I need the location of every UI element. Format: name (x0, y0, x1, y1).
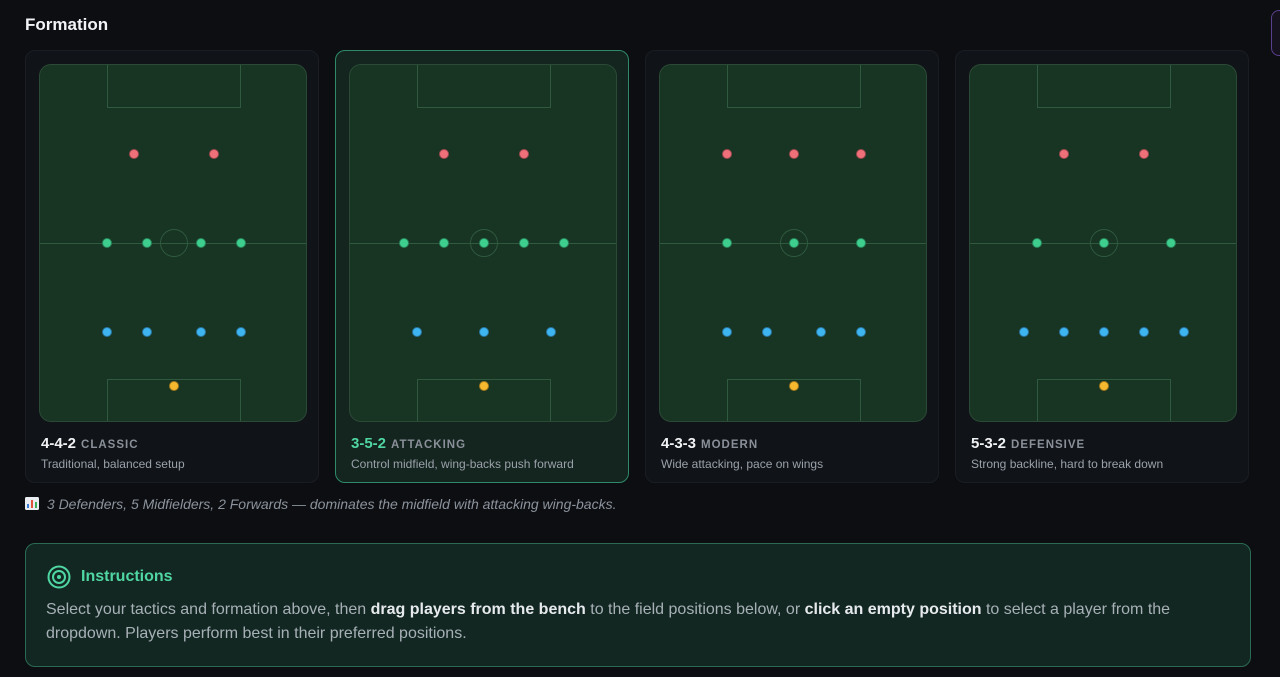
formation-card[interactable]: 3-5-2 ATTACKING Control midfield, wing-ba… (335, 50, 629, 483)
instructions-text-2: to the field positions below, or (585, 601, 805, 618)
defender-dot[interactable] (412, 327, 422, 337)
midfielder-dot[interactable] (519, 238, 529, 248)
forward-dot[interactable] (1059, 149, 1069, 159)
forward-dot[interactable] (1139, 149, 1149, 159)
midfielder-dot[interactable] (559, 238, 569, 248)
formation-title: 3-5-2 ATTACKING (351, 435, 466, 453)
formation-card[interactable]: 4-4-2 CLASSIC Traditional, balanced setup (25, 50, 319, 483)
pitch (659, 64, 927, 422)
defender-dot[interactable] (196, 327, 206, 337)
defender-dot[interactable] (1019, 327, 1029, 337)
midfielder-dot[interactable] (102, 238, 112, 248)
forward-dot[interactable] (789, 149, 799, 159)
forward-dot[interactable] (519, 149, 529, 159)
defender-dot[interactable] (816, 327, 826, 337)
instructions-panel: Instructions Select your tactics and for… (25, 543, 1251, 667)
penalty-box-top (1037, 65, 1171, 108)
instructions-bold-click: click an empty position (804, 601, 982, 618)
formation-style: MODERN (701, 439, 759, 451)
midfielder-dot[interactable] (399, 238, 409, 248)
instructions-bold-drag: drag players from the bench (370, 601, 586, 618)
forward-dot[interactable] (209, 149, 219, 159)
midfielder-dot[interactable] (722, 238, 732, 248)
defender-dot[interactable] (1179, 327, 1189, 337)
midfielder-dot[interactable] (236, 238, 246, 248)
instructions-title: Instructions (81, 568, 173, 585)
midfielder-dot[interactable] (439, 238, 449, 248)
midfielder-dot[interactable] (1099, 238, 1109, 248)
forward-dot[interactable] (856, 149, 866, 159)
target-icon (47, 565, 71, 589)
midfielder-dot[interactable] (142, 238, 152, 248)
formation-style: CLASSIC (81, 439, 139, 451)
defender-dot[interactable] (102, 327, 112, 337)
section-title: Formation (25, 15, 109, 34)
formation-code: 4-3-3 (661, 435, 697, 452)
bar-chart-icon (25, 496, 43, 512)
defender-dot[interactable] (1139, 327, 1149, 337)
forward-dot[interactable] (722, 149, 732, 159)
formation-card[interactable]: 4-3-3 MODERN Wide attacking, pace on wing… (645, 50, 939, 483)
formation-title: 5-3-2 DEFENSIVE (971, 435, 1085, 453)
formation-summary: 3 Defenders, 5 Midfielders, 2 Forwards —… (25, 496, 616, 512)
summary-text: 3 Defenders, 5 Midfielders, 2 Forwards —… (46, 496, 617, 512)
goalkeeper-dot[interactable] (169, 381, 179, 391)
penalty-box-top (727, 65, 861, 108)
defender-dot[interactable] (236, 327, 246, 337)
forward-dot[interactable] (439, 149, 449, 159)
formation-description: Strong backline, hard to break down (971, 457, 1164, 471)
penalty-box-top (107, 65, 241, 108)
edge-panel-fragment (1271, 10, 1280, 56)
formation-code: 4-4-2 (41, 435, 77, 452)
pitch (969, 64, 1237, 422)
goalkeeper-dot[interactable] (789, 381, 799, 391)
formation-description: Wide attacking, pace on wings (661, 457, 824, 471)
formation-title: 4-3-3 MODERN (661, 435, 758, 453)
midfielder-dot[interactable] (856, 238, 866, 248)
midfielder-dot[interactable] (1032, 238, 1042, 248)
midfielder-dot[interactable] (1166, 238, 1176, 248)
instructions-text: Select your tactics and formation above,… (46, 598, 1231, 646)
defender-dot[interactable] (479, 327, 489, 337)
defender-dot[interactable] (722, 327, 732, 337)
midfielder-dot[interactable] (479, 238, 489, 248)
center-circle (160, 229, 188, 257)
defender-dot[interactable] (1099, 327, 1109, 337)
midfielder-dot[interactable] (196, 238, 206, 248)
pitch (349, 64, 617, 422)
defender-dot[interactable] (1059, 327, 1069, 337)
formation-description: Traditional, balanced setup (41, 457, 185, 471)
formation-code: 5-3-2 (971, 435, 1007, 452)
instructions-header: Instructions (47, 565, 173, 589)
forward-dot[interactable] (129, 149, 139, 159)
formation-title: 4-4-2 CLASSIC (41, 435, 139, 453)
defender-dot[interactable] (856, 327, 866, 337)
formation-code: 3-5-2 (351, 435, 387, 452)
pitch (39, 64, 307, 422)
defender-dot[interactable] (762, 327, 772, 337)
defender-dot[interactable] (142, 327, 152, 337)
goalkeeper-dot[interactable] (1099, 381, 1109, 391)
goalkeeper-dot[interactable] (479, 381, 489, 391)
midfielder-dot[interactable] (789, 238, 799, 248)
penalty-box-top (417, 65, 551, 108)
instructions-text-1: Select your tactics and formation above,… (46, 601, 371, 618)
formation-style: DEFENSIVE (1011, 439, 1086, 451)
defender-dot[interactable] (546, 327, 556, 337)
formation-card[interactable]: 5-3-2 DEFENSIVE Strong backline, hard to … (955, 50, 1249, 483)
formation-style: ATTACKING (391, 439, 467, 451)
formation-description: Control midfield, wing-backs push forwar… (351, 457, 574, 471)
